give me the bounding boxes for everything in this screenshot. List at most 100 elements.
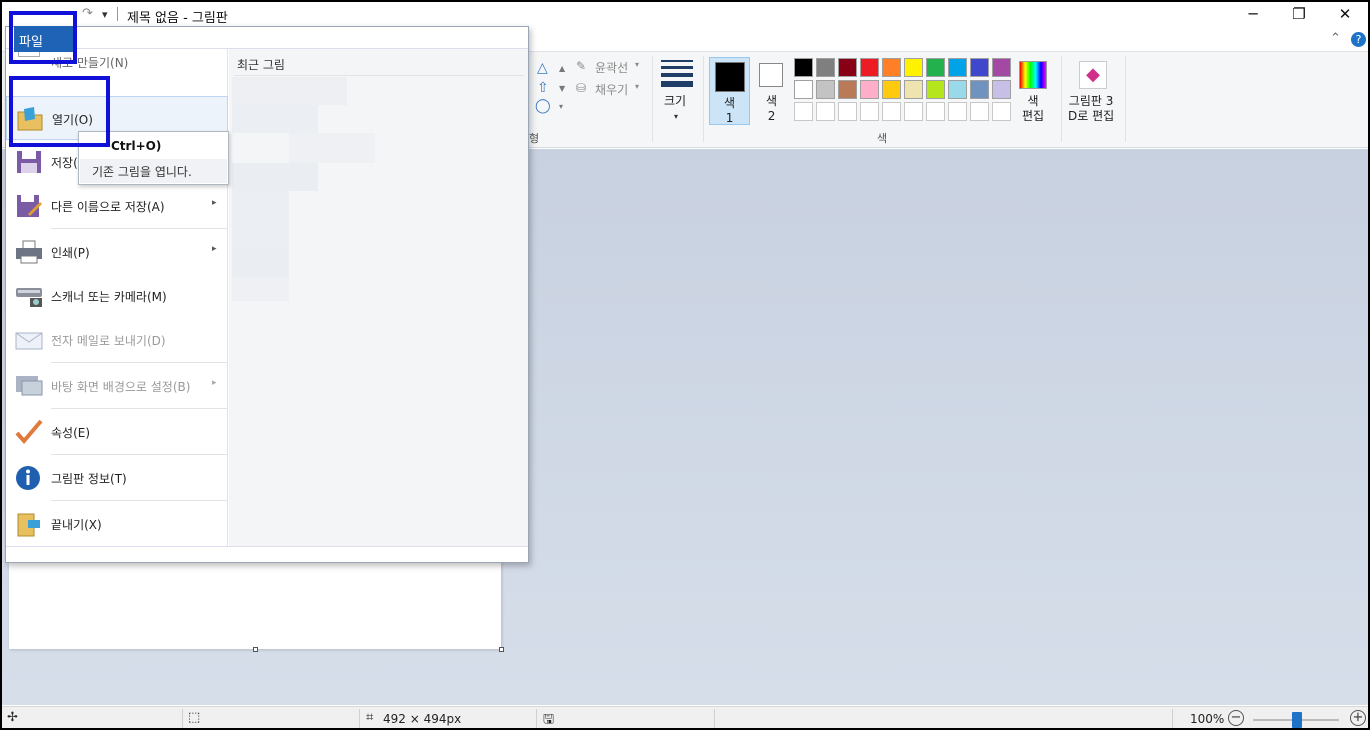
palette-color-swatch[interactable]: [816, 102, 835, 121]
palette-color-swatch[interactable]: [838, 102, 857, 121]
speech-bubble-shape-icon[interactable]: ◯: [535, 98, 551, 114]
palette-color-swatch[interactable]: [926, 80, 945, 99]
palette-color-swatch[interactable]: [948, 58, 967, 77]
menu-item-about-label: 그림판 정보(T): [51, 472, 127, 486]
menu-item-print[interactable]: 인쇄(P) ▸: [6, 230, 228, 274]
blurred-recent-item[interactable]: [232, 191, 289, 249]
window-title: 제목 없음 - 그림판: [127, 11, 228, 26]
menu-item-properties[interactable]: 속성(E): [6, 410, 228, 454]
palette-color-swatch[interactable]: [816, 80, 835, 99]
menu-item-exit[interactable]: 끝내기(X): [6, 502, 228, 546]
canvas-resize-handle-corner[interactable]: [499, 647, 504, 652]
image-size-icon: ⌗: [366, 710, 374, 725]
menu-item-properties-label: 속성(E): [51, 426, 91, 440]
palette-color-swatch[interactable]: [926, 102, 945, 121]
palette-color-swatch[interactable]: [882, 80, 901, 99]
menu-item-about[interactable]: 그림판 정보(T): [6, 456, 228, 500]
palette-color-swatch[interactable]: [882, 58, 901, 77]
size-lines-icon[interactable]: [661, 60, 693, 91]
menu-separator: [51, 362, 227, 363]
help-icon[interactable]: ?: [1351, 32, 1366, 47]
palette-color-swatch[interactable]: [904, 80, 923, 99]
paint3d-icon[interactable]: ◆: [1079, 61, 1107, 89]
palette-color-swatch[interactable]: [970, 58, 989, 77]
canvas-resize-handle-bottom[interactable]: [253, 647, 258, 652]
color2-swatch[interactable]: [759, 63, 783, 87]
fill-chevron-icon: ▾: [635, 82, 640, 91]
exit-icon: [14, 510, 44, 538]
menu-item-scanner[interactable]: 스캐너 또는 카메라(M): [6, 274, 228, 318]
file-menu-header: [6, 27, 528, 49]
palette-color-swatch[interactable]: [904, 58, 923, 77]
status-divider: [359, 709, 360, 728]
color1-label: 색 1: [724, 96, 736, 125]
menu-item-scanner-label: 스캐너 또는 카메라(M): [51, 290, 167, 304]
cursor-position-icon: ✢: [7, 710, 18, 725]
edit-colors-icon[interactable]: [1019, 61, 1047, 89]
palette-color-swatch[interactable]: [838, 58, 857, 77]
menu-item-email-label: 전자 메일로 보내기(D): [51, 334, 166, 348]
palette-color-swatch[interactable]: [794, 58, 813, 77]
zoom-in-button[interactable]: +: [1350, 710, 1366, 726]
palette-color-swatch[interactable]: [838, 80, 857, 99]
size-button[interactable]: 크기: [664, 94, 686, 109]
shapes-scroll-down-icon[interactable]: ▼: [559, 84, 565, 93]
palette-color-swatch[interactable]: [992, 102, 1011, 121]
palette-color-swatch[interactable]: [926, 58, 945, 77]
palette-color-swatch[interactable]: [794, 102, 813, 121]
palette-color-swatch[interactable]: [860, 58, 879, 77]
color2-label[interactable]: 색 2: [766, 94, 777, 124]
close-button[interactable]: ✕: [1322, 2, 1368, 28]
palette-color-swatch[interactable]: [992, 58, 1011, 77]
customize-quick-access-icon[interactable]: ▾: [102, 8, 108, 21]
minimize-button[interactable]: ─: [1230, 2, 1276, 28]
outline-dropdown[interactable]: 윤곽선: [595, 59, 628, 76]
group-divider: [1061, 56, 1062, 142]
palette-color-swatch[interactable]: [948, 102, 967, 121]
menu-item-save-label: 저장(: [51, 156, 78, 170]
collapse-ribbon-icon[interactable]: ⌃: [1330, 31, 1341, 46]
palette-color-swatch[interactable]: [816, 58, 835, 77]
blurred-recent-item[interactable]: [232, 277, 289, 301]
scanner-icon: [14, 282, 44, 310]
menu-separator: [51, 500, 227, 501]
triangle-shape-icon[interactable]: △: [537, 60, 548, 76]
status-divider: [536, 709, 537, 728]
menu-item-exit-label: 끝내기(X): [51, 518, 102, 532]
palette-color-swatch[interactable]: [992, 80, 1011, 99]
edit-with-paint3d-button[interactable]: 그림판 3 D로 편집: [1068, 94, 1114, 124]
highlight-box-open-item: [9, 76, 110, 147]
blurred-recent-item[interactable]: [232, 163, 318, 191]
restore-button[interactable]: ❐: [1276, 2, 1322, 28]
fill-dropdown[interactable]: 채우기: [595, 81, 628, 98]
blurred-recent-item[interactable]: [232, 77, 347, 105]
palette-color-swatch[interactable]: [970, 80, 989, 99]
palette-color-swatch[interactable]: [882, 102, 901, 121]
edit-colors-button[interactable]: 색 편집: [1022, 94, 1044, 124]
menu-item-set-desktop-background: 바탕 화면 배경으로 설정(B) ▸: [6, 364, 228, 408]
palette-color-swatch[interactable]: [904, 102, 923, 121]
zoom-slider-thumb[interactable]: [1292, 712, 1302, 728]
save-disk-icon: [14, 148, 44, 176]
status-bar: ✢ ⬚ ⌗ 492 × 494px 🖫 100% − +: [2, 706, 1368, 728]
palette-color-swatch[interactable]: [860, 80, 879, 99]
pentagon-arrow-shape-icon[interactable]: ⇧: [537, 80, 549, 96]
palette-color-swatch[interactable]: [948, 80, 967, 99]
menu-item-save-as[interactable]: 다른 이름으로 저장(A) ▸: [6, 184, 228, 228]
shapes-scroll-up-icon[interactable]: ▲: [559, 64, 565, 73]
blurred-recent-item[interactable]: [232, 105, 318, 133]
drawing-canvas[interactable]: [9, 557, 501, 649]
checkmark-icon: [14, 418, 44, 446]
zoom-out-button[interactable]: −: [1228, 710, 1244, 726]
menu-item-set-desktop-background-label: 바탕 화면 배경으로 설정(B): [51, 380, 191, 394]
redo-icon[interactable]: ↷: [82, 6, 93, 21]
shapes-more-icon[interactable]: ▾: [559, 102, 563, 111]
save-as-icon: [14, 192, 44, 220]
blurred-recent-item[interactable]: [289, 133, 375, 163]
color1-button[interactable]: 색 1: [709, 57, 750, 125]
palette-color-swatch[interactable]: [970, 102, 989, 121]
palette-color-swatch[interactable]: [860, 102, 879, 121]
blurred-recent-item[interactable]: [232, 249, 289, 277]
zoom-level: 100%: [1190, 712, 1225, 726]
palette-color-swatch[interactable]: [794, 80, 813, 99]
